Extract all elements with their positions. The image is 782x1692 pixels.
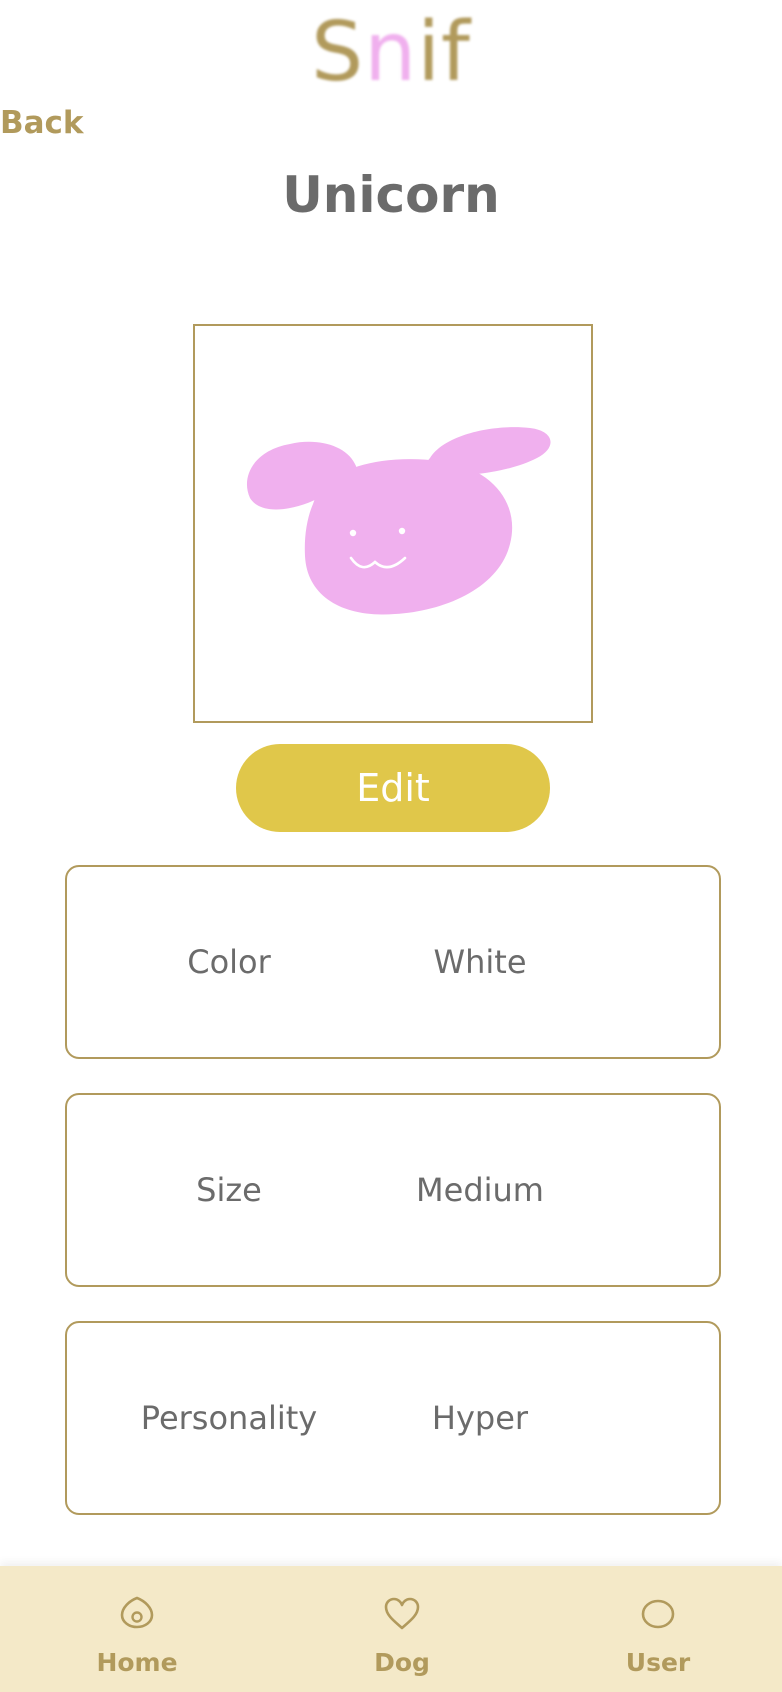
heart-icon — [384, 1597, 420, 1630]
tab-user[interactable]: User — [558, 1566, 758, 1692]
logo-letter-i: i — [417, 5, 441, 100]
attribute-card-personality: Personality Hyper — [65, 1321, 721, 1515]
edit-button[interactable]: Edit — [236, 744, 550, 832]
bunny-head — [304, 459, 513, 615]
tab-home[interactable]: Home — [37, 1566, 237, 1692]
dog-name-title: Unicorn — [282, 166, 500, 224]
tab-dog[interactable]: Dog — [302, 1566, 502, 1692]
tab-home-label: Home — [96, 1648, 178, 1677]
attribute-value: White — [433, 943, 527, 981]
attribute-card-color: Color White — [65, 865, 721, 1059]
dog-photo-frame — [193, 324, 593, 723]
user-icon — [641, 1599, 675, 1629]
back-link[interactable]: Back — [0, 103, 84, 143]
tab-user-label: User — [625, 1648, 691, 1677]
bunny-face-icon — [246, 427, 551, 615]
attribute-value: Hyper — [431, 1399, 529, 1437]
attribute-value: Medium — [416, 1171, 544, 1209]
home-icon — [120, 1596, 154, 1629]
bottom-tab-bar: Home Dog User — [0, 1566, 782, 1692]
bunny-left-eye — [349, 529, 357, 537]
bunny-right-eye — [398, 527, 406, 535]
logo-letter-s: S — [311, 5, 365, 100]
app-logo: Snif — [0, 8, 782, 98]
attribute-card-size: Size Medium — [65, 1093, 721, 1287]
logo-letter-f: f — [440, 5, 471, 100]
tab-dog-label: Dog — [374, 1648, 430, 1677]
logo-letter-n: n — [364, 5, 418, 100]
